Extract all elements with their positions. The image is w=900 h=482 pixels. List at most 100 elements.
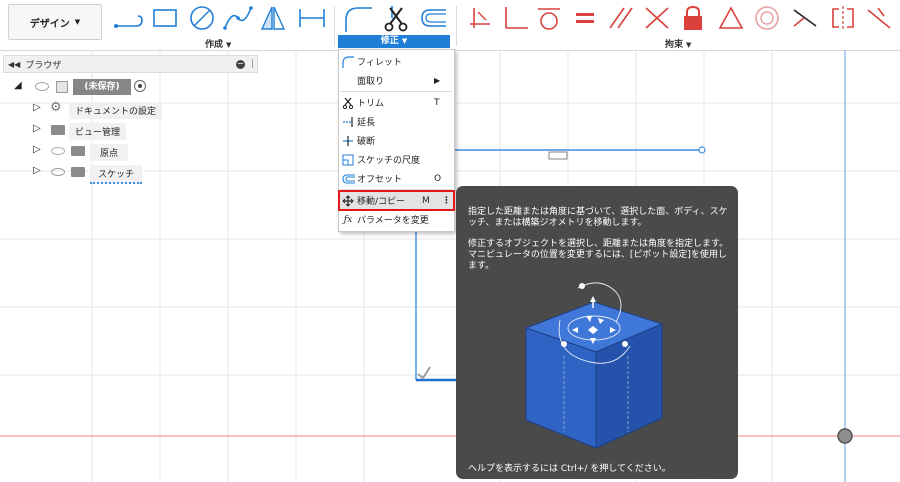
help-prefix: ヘルプを表示するには xyxy=(468,464,561,474)
equal-constraint-icon[interactable] xyxy=(570,4,600,32)
create-menu[interactable]: 作成 ▼ xyxy=(205,37,231,50)
tooltip-help-hint: ヘルプを表示するには Ctrl+/ を押してください。 xyxy=(468,464,730,475)
browser-panel: ◀◀ ブラウザ − | ◢ (未保存) ▷ ⚙ ドキュメントの設定 ▷ ビュー管… xyxy=(3,55,258,184)
parallel-constraint-icon[interactable] xyxy=(606,4,636,32)
menu-item-sketch-scale[interactable]: スケッチの尺度 xyxy=(339,150,454,169)
spline-tool-icon[interactable] xyxy=(222,4,254,32)
menu-item-label: 延長 xyxy=(357,118,376,128)
collapse-arrows-icon[interactable]: ◀◀ xyxy=(8,60,20,69)
menu-item-change-parameters[interactable]: ƒx パラメータを変更 xyxy=(339,210,454,229)
pin-icon[interactable]: | xyxy=(251,59,254,69)
move-copy-tooltip: 指定した距離または角度に基づいて、選択した面、ボディ、スケッチ、または構築ジオメ… xyxy=(456,186,738,479)
triangle-constraint-icon[interactable] xyxy=(716,4,746,32)
folder-icon xyxy=(51,125,65,135)
divider xyxy=(334,6,335,46)
expand-triangle-icon[interactable]: ▷ xyxy=(33,123,41,134)
menu-item-break[interactable]: 破断 xyxy=(339,131,454,150)
browser-item-view-manager[interactable]: ▷ ビュー管理 xyxy=(3,120,258,141)
trim-scissors-icon xyxy=(339,97,357,109)
help-shortcut-key: Ctrl+/ xyxy=(560,464,588,474)
menu-item-label: 破断 xyxy=(357,137,376,147)
design-workspace-button[interactable]: デザイン ▼ xyxy=(8,4,102,40)
menu-item-label: フィレット xyxy=(357,58,402,68)
expand-triangle-icon[interactable]: ▷ xyxy=(33,102,41,113)
symmetry-constraint-icon[interactable] xyxy=(828,4,858,32)
menu-shortcut: M xyxy=(422,195,430,206)
minimize-icon[interactable]: − xyxy=(235,59,245,69)
mirror-tool-icon[interactable] xyxy=(258,4,288,32)
browser-item-label: 原点 xyxy=(90,144,129,161)
collapse-triangle-icon[interactable]: ◢ xyxy=(14,80,22,91)
collinear-constraint-icon[interactable] xyxy=(642,4,672,32)
menu-item-label: トリム xyxy=(357,99,385,109)
menu-item-extend[interactable]: 延長 xyxy=(339,112,454,131)
help-suffix: を押してください。 xyxy=(587,464,671,474)
fillet-tool-icon[interactable] xyxy=(342,4,374,32)
perpendicular-constraint-icon[interactable] xyxy=(500,4,530,32)
browser-title: ブラウザ xyxy=(25,60,62,71)
radio-dot xyxy=(138,84,142,88)
browser-item-origin[interactable]: ▷ 原点 xyxy=(3,141,258,162)
chevron-down-icon: ▼ xyxy=(686,41,692,49)
offset-icon xyxy=(339,173,357,185)
menu-divider xyxy=(341,189,452,190)
expand-triangle-icon[interactable]: ▷ xyxy=(33,165,41,176)
lock-icon[interactable] xyxy=(678,4,708,32)
tangent-constraint-icon[interactable] xyxy=(534,4,564,32)
menu-item-move-copy[interactable]: 移動/コピー M ⋮ xyxy=(338,190,455,211)
checkmark-icon xyxy=(417,366,431,380)
circle-tool-icon[interactable] xyxy=(186,4,218,32)
design-label: デザイン xyxy=(29,18,70,30)
menu-divider xyxy=(341,91,452,92)
scale-icon xyxy=(339,154,357,166)
browser-item-label: ビュー管理 xyxy=(69,123,127,140)
browser-item-sketches[interactable]: ▷ スケッチ xyxy=(3,162,258,184)
trim-scissors-icon[interactable] xyxy=(380,4,412,32)
menu-item-chamfer[interactable]: 面取り ▶ xyxy=(339,71,454,90)
menu-item-trim[interactable]: トリム T xyxy=(339,93,454,112)
rectangle-tool-icon[interactable] xyxy=(150,4,180,32)
menu-item-label: 移動/コピー xyxy=(357,197,406,207)
eye-hidden-icon[interactable] xyxy=(51,147,65,155)
menu-item-fillet[interactable]: フィレット xyxy=(339,52,454,71)
coincident-constraint-icon[interactable] xyxy=(466,4,496,32)
submenu-arrow-icon: ▶ xyxy=(434,76,441,85)
expand-triangle-icon[interactable]: ▷ xyxy=(33,144,41,155)
eye-icon[interactable] xyxy=(51,168,65,176)
dimension-tool-icon[interactable] xyxy=(296,4,328,32)
extend-icon xyxy=(339,116,357,128)
chevron-down-icon: ▼ xyxy=(74,18,81,26)
browser-item-document-settings[interactable]: ▷ ⚙ ドキュメントの設定 xyxy=(3,99,258,120)
menu-item-label: パラメータを変更 xyxy=(357,216,429,226)
document-icon xyxy=(56,81,68,93)
menu-item-label: オフセット xyxy=(357,175,403,185)
toolbar: デザイン ▼ 作成 ▼ 修正 ▼ 拘束 ▼ xyxy=(0,0,900,51)
folder-icon xyxy=(71,167,85,177)
constraints-label: 拘束 xyxy=(665,40,684,50)
menu-item-label: スケッチの尺度 xyxy=(357,156,421,166)
sketch-point xyxy=(698,146,706,154)
break-icon xyxy=(339,135,357,147)
more-options-icon[interactable]: ⋮ xyxy=(442,196,454,206)
eye-icon[interactable] xyxy=(35,82,49,91)
folder-icon xyxy=(71,146,85,156)
offset-tool-icon[interactable] xyxy=(416,4,448,32)
browser-header: ◀◀ ブラウザ − | xyxy=(3,55,258,73)
menu-item-label: 面取り xyxy=(357,77,385,87)
root-document-label: (未保存) xyxy=(73,79,131,95)
fillet-icon xyxy=(339,55,357,68)
constraints-menu[interactable]: 拘束 ▼ xyxy=(665,37,691,50)
fx-icon: ƒx xyxy=(343,214,353,225)
horizontal-constraint-glyph xyxy=(548,151,568,160)
browser-root-row[interactable]: ◢ (未保存) xyxy=(3,77,258,99)
browser-item-label: ドキュメントの設定 xyxy=(69,102,163,119)
midpoint-constraint-icon[interactable] xyxy=(790,4,820,32)
gear-icon: ⚙ xyxy=(50,100,62,115)
modify-menu-tab[interactable]: 修正 ▼ xyxy=(338,35,450,48)
menu-item-offset[interactable]: オフセット O xyxy=(339,169,454,188)
modify-label: 修正 xyxy=(380,36,399,46)
curvature-constraint-icon[interactable] xyxy=(864,4,894,32)
line-tool-icon[interactable] xyxy=(112,4,144,32)
divider xyxy=(456,6,457,46)
concentric-constraint-icon[interactable] xyxy=(752,4,782,32)
